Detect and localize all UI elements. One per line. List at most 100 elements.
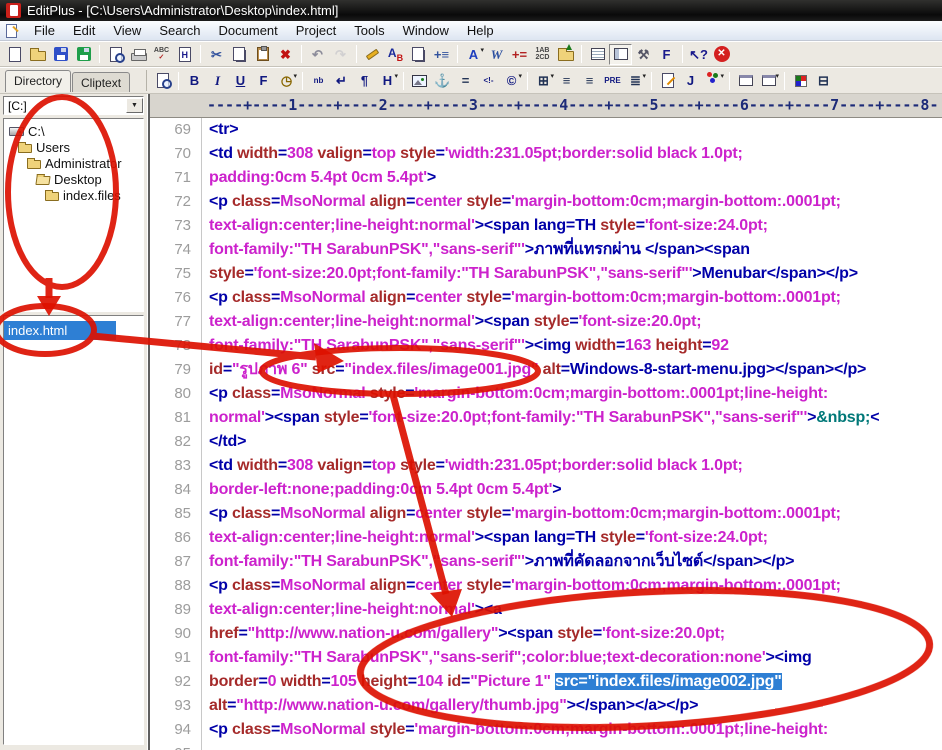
heading-icon[interactable]: H▾ (376, 70, 399, 91)
code-line[interactable]: 93alt="http://www.nation-u.com/gallery/t… (150, 694, 942, 718)
code-line[interactable]: 81normal'><span style='font-size:20.0pt;… (150, 406, 942, 430)
code-line[interactable]: 77text-align:center;line-height:normal'>… (150, 310, 942, 334)
code-line[interactable]: 74font-family:"TH SarabunPSK","sans-seri… (150, 238, 942, 262)
code-line[interactable]: 87font-family:"TH SarabunPSK","sans-seri… (150, 550, 942, 574)
tree-item-users[interactable]: Users (6, 139, 141, 155)
align-center-icon[interactable]: ≡ (555, 70, 578, 91)
split-window-icon[interactable]: ⊟ (812, 70, 835, 91)
save-icon[interactable] (49, 44, 72, 65)
menu-item-view[interactable]: View (104, 21, 150, 40)
duplicate-line-icon[interactable] (407, 44, 430, 65)
horizontal-rule-icon[interactable]: = (454, 70, 477, 91)
new-document-icon[interactable] (3, 44, 26, 65)
frameset-icon[interactable]: ▾ (757, 70, 780, 91)
code-line[interactable]: 88<p class=MsoNormal align=center style=… (150, 574, 942, 598)
code-line[interactable]: 75style='font-size:20.0pt;font-family:"T… (150, 262, 942, 286)
delete-icon[interactable]: ✖ (274, 44, 297, 65)
tree-item-index.files[interactable]: index.files (6, 187, 141, 203)
directory-window-icon[interactable] (609, 44, 632, 65)
code-line[interactable]: 84border-left:none;padding:0cm 5.4pt 0cm… (150, 478, 942, 502)
underline-icon[interactable]: U (229, 70, 252, 91)
list-icon[interactable]: ≣▾ (624, 70, 647, 91)
html-document-icon[interactable] (173, 44, 196, 65)
context-help-icon[interactable]: ↖? (687, 44, 710, 65)
menu-item-file[interactable]: File (25, 21, 64, 40)
code-line[interactable]: 72<p class=MsoNormal align=center style=… (150, 190, 942, 214)
user-tools-icon[interactable]: ⚒ (632, 44, 655, 65)
code-line[interactable]: 76<p class=MsoNormal align=center style=… (150, 286, 942, 310)
print-preview-icon[interactable] (104, 44, 127, 65)
image-icon[interactable] (408, 70, 431, 91)
paragraph-icon[interactable]: ¶ (353, 70, 376, 91)
sync-directory-icon[interactable] (554, 44, 577, 65)
undo-icon[interactable]: ↶ (306, 44, 329, 65)
non-breaking-space-icon[interactable]: nb (307, 70, 330, 91)
sort-icon[interactable]: 1AB2CD (531, 44, 554, 65)
color-palette-icon[interactable] (789, 70, 812, 91)
menu-item-tools[interactable]: Tools (345, 21, 393, 40)
close-document-icon[interactable] (710, 44, 733, 65)
code-line[interactable]: 78font-family:"TH SarabunPSK","sans-seri… (150, 334, 942, 358)
spell-check-icon[interactable]: ABC✓ (150, 44, 173, 65)
code-line[interactable]: 95 (150, 742, 942, 750)
code-line[interactable]: 73text-align:center;line-height:normal'>… (150, 214, 942, 238)
code-area[interactable]: 69<tr>70<td width=308 valign=top style='… (150, 118, 942, 750)
tab-indent-icon[interactable]: += (508, 44, 531, 65)
copy-icon[interactable] (228, 44, 251, 65)
comment-icon[interactable]: <!- (477, 70, 500, 91)
code-line[interactable]: 71padding:0cm 5.4pt 0cm 5.4pt'> (150, 166, 942, 190)
code-line[interactable]: 80<p class=MsoNormal style='margin-botto… (150, 382, 942, 406)
highlighter-icon[interactable] (361, 44, 384, 65)
menu-item-window[interactable]: Window (394, 21, 458, 40)
code-line[interactable]: 83<td width=308 valign=top style='width:… (150, 454, 942, 478)
code-line[interactable]: 85<p class=MsoNormal align=center style=… (150, 502, 942, 526)
menu-item-project[interactable]: Project (287, 21, 345, 40)
javascript-icon[interactable]: J (679, 70, 702, 91)
cliptext-window-icon[interactable] (586, 44, 609, 65)
menu-item-edit[interactable]: Edit (64, 21, 104, 40)
code-line[interactable]: 92border=0 width=105 height=104 id="Pict… (150, 670, 942, 694)
code-line[interactable]: 89text-align:center;line-height:normal'>… (150, 598, 942, 622)
tab-cliptext[interactable]: Cliptext (72, 72, 130, 92)
last-modified-icon[interactable]: ◷▾ (275, 70, 298, 91)
preformatted-icon[interactable]: PRE (601, 70, 624, 91)
code-line[interactable]: 70<td width=308 valign=top style='width:… (150, 142, 942, 166)
line-break-icon[interactable]: ↵ (330, 70, 353, 91)
browser-preview-icon[interactable] (151, 70, 174, 91)
set-font-icon[interactable]: AB (384, 44, 407, 65)
align-right-icon[interactable]: ≡ (578, 70, 601, 91)
font-tag-icon[interactable]: F (252, 70, 275, 91)
paste-icon[interactable] (251, 44, 274, 65)
function-list-icon[interactable]: F (655, 44, 678, 65)
open-file-icon[interactable] (26, 44, 49, 65)
menu-item-document[interactable]: Document (210, 21, 287, 40)
tab-directory[interactable]: Directory (5, 70, 71, 92)
table-icon[interactable]: ⊞▾ (532, 70, 555, 91)
code-line[interactable]: 90href="http://www.nation-u.com/gallery"… (150, 622, 942, 646)
tree-item-desktop[interactable]: Desktop (6, 171, 141, 187)
save-all-icon[interactable] (72, 44, 95, 65)
italic-icon[interactable]: I (206, 70, 229, 91)
bold-icon[interactable]: B (183, 70, 206, 91)
copyright-icon[interactable]: ©▾ (500, 70, 523, 91)
applet-icon[interactable]: ▾ (702, 70, 725, 91)
code-line[interactable]: 91font-family:"TH SarabunPSK","sans-seri… (150, 646, 942, 670)
code-line[interactable]: 86text-align:center;line-height:normal'>… (150, 526, 942, 550)
drive-selector[interactable]: [C:] ▼ (3, 96, 144, 115)
menu-item-help[interactable]: Help (458, 21, 503, 40)
code-line[interactable]: 69<tr> (150, 118, 942, 142)
menu-item-search[interactable]: Search (150, 21, 209, 40)
anchor-icon[interactable]: ⚓ (431, 70, 454, 91)
dropdown-arrow-icon[interactable]: ▼ (126, 98, 143, 113)
script-icon[interactable] (656, 70, 679, 91)
cut-icon[interactable]: ✂ (205, 44, 228, 65)
print-icon[interactable] (127, 44, 150, 65)
font-size-icon[interactable]: A▾ (462, 44, 485, 65)
word-wrap-icon[interactable]: W (485, 44, 508, 65)
tree-item-administrator[interactable]: Administrator (6, 155, 141, 171)
frame-icon[interactable] (734, 70, 757, 91)
tree-item-c[interactable]: C:\ (6, 123, 141, 139)
insert-template-icon[interactable]: +≡ (430, 44, 453, 65)
file-item-index.html[interactable]: index.html (4, 321, 116, 340)
code-line[interactable]: 94<p class=MsoNormal style='margin-botto… (150, 718, 942, 742)
